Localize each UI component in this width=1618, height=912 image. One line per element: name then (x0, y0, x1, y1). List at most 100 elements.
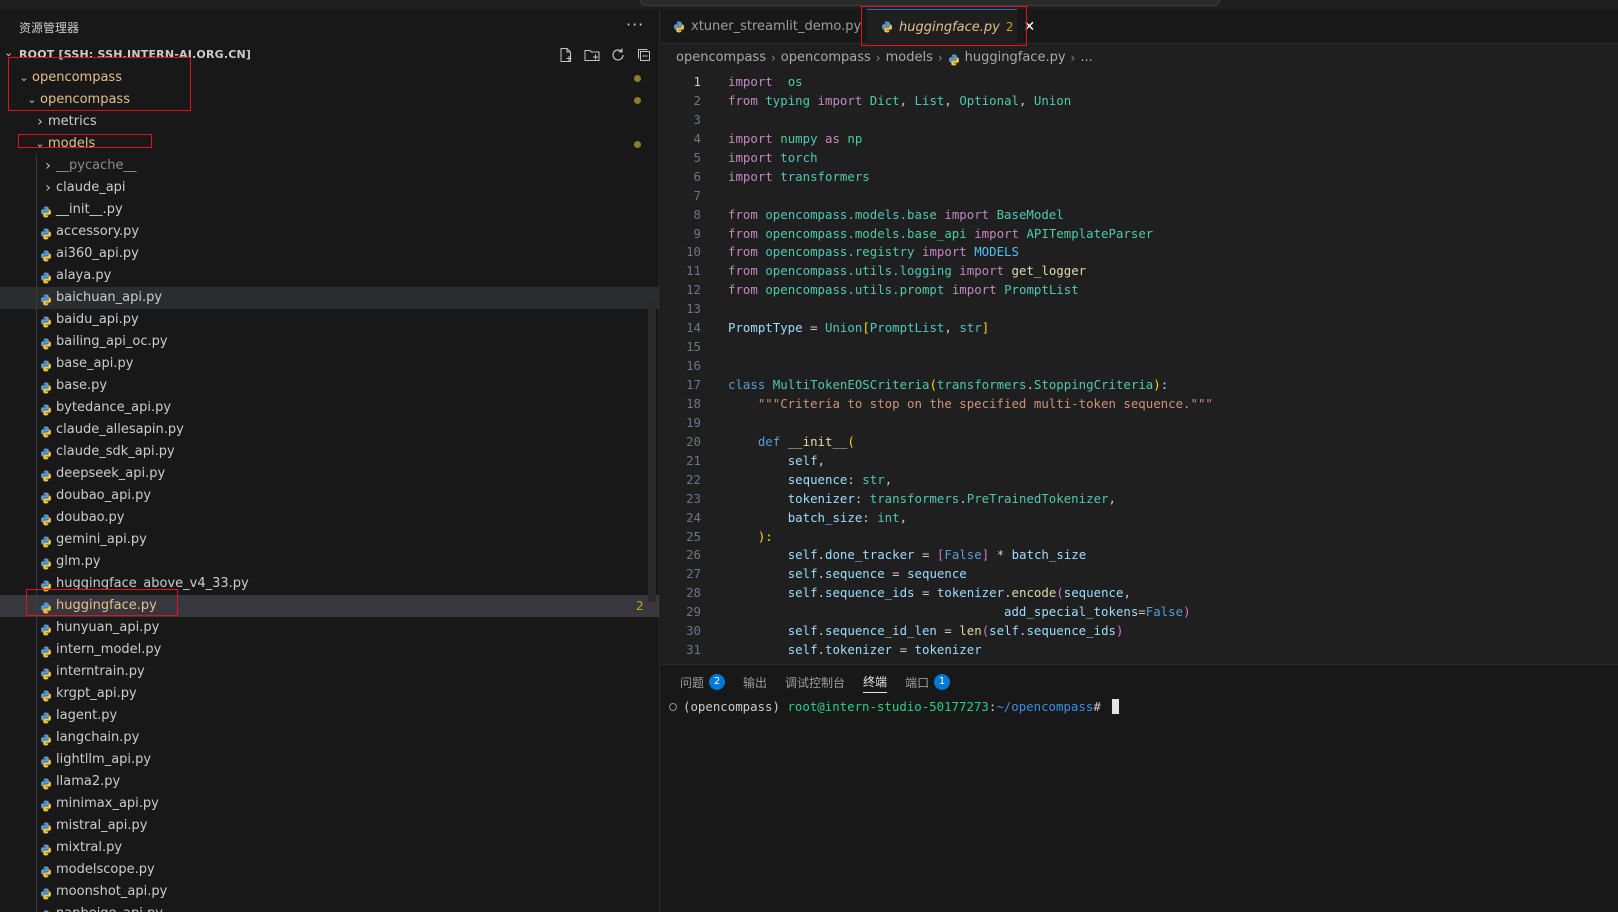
tree-file[interactable]: lightllm_api.py (0, 749, 659, 771)
tree-file[interactable]: claude_allesapin.py (0, 419, 659, 441)
code-editor[interactable]: 1 import os 2 from typing import Dict, List… (661, 73, 1618, 663)
line-number: 25 (686, 528, 701, 544)
line-number: 5 (693, 149, 701, 165)
code-token: sequence (1063, 585, 1124, 601)
sidebar-scrollbar[interactable] (648, 302, 656, 602)
chevron-right-icon: › (45, 180, 51, 196)
code-line: 26 self.done_tracker = [False] * batch_s… (661, 546, 1618, 565)
line-number: 30 (686, 623, 701, 639)
tree-file[interactable]: base_api.py (0, 353, 659, 375)
tree-folder[interactable]: › metrics (0, 111, 659, 133)
code-line: 1 import os (661, 73, 1618, 92)
tree-file[interactable]: bytedance_api.py (0, 397, 659, 419)
tab-ports[interactable]: 端口 1 (905, 671, 951, 693)
tree-file[interactable]: alaya.py (0, 265, 659, 287)
code-text: self.sequence_ids = tokenizer.encode(seq… (728, 584, 1131, 603)
breadcrumb-item[interactable]: opencompass (781, 47, 871, 69)
tree-file[interactable]: doubao.py (0, 507, 659, 529)
line-number: 12 (686, 282, 701, 298)
code-token: encode (1011, 585, 1057, 601)
tree-file[interactable]: huggingface.py 2 (0, 595, 659, 617)
breadcrumb-item[interactable]: huggingface.py (965, 47, 1066, 69)
code-token: = (914, 547, 937, 563)
tree-item-label: minimax_api.py (56, 796, 159, 811)
code-text: import numpy as np (728, 130, 862, 149)
breadcrumb-item[interactable]: models (886, 47, 933, 69)
code-line: 29 add_special_tokens=False) (661, 603, 1618, 622)
tab-problems[interactable]: 问题 2 (680, 671, 726, 693)
tree-file[interactable]: minimax_api.py (0, 793, 659, 815)
terminal-prompt[interactable]: (opencompass) root@intern-studio-5017727… (669, 699, 1120, 714)
new-folder-icon[interactable] (582, 45, 602, 65)
python-file-icon (40, 490, 52, 504)
tree-file[interactable]: mixtral.py (0, 837, 659, 859)
tree-file[interactable]: doubao_api.py (0, 485, 659, 507)
tree-folder[interactable]: ⌄ models (0, 133, 659, 155)
tab-terminal[interactable]: 终端 (863, 671, 888, 693)
tree-file[interactable]: gemini_api.py (0, 529, 659, 551)
tree-file[interactable]: baidu_api.py (0, 309, 659, 331)
tree-file[interactable]: modelscope.py (0, 859, 659, 881)
tree-file[interactable]: deepseek_api.py (0, 463, 659, 485)
tree-file[interactable]: krgpt_api.py (0, 683, 659, 705)
breadcrumb-item[interactable]: opencompass (676, 47, 766, 69)
breadcrumb-item[interactable]: ... (1080, 47, 1092, 69)
tree-file[interactable]: bailing_api_oc.py (0, 331, 659, 353)
tree-file[interactable]: ai360_api.py (0, 243, 659, 265)
code-token: self (787, 642, 818, 658)
tree-file[interactable]: interntrain.py (0, 661, 659, 683)
line-number: 31 (686, 642, 701, 658)
tree-file[interactable]: huggingface_above_v4_33.py (0, 573, 659, 595)
tree-file[interactable]: nanbeige_api.py (0, 903, 659, 912)
python-file-icon (40, 622, 52, 636)
code-token: Optional (959, 92, 1019, 108)
root-folder-header[interactable]: ⌄ ROOT [SSH: SSH.INTERN-AI.ORG.CN] (0, 44, 659, 66)
tree-file[interactable]: moonshot_api.py (0, 881, 659, 903)
tree-file[interactable]: base.py (0, 375, 659, 397)
tree-folder[interactable]: ⌄ opencompass (0, 89, 659, 111)
tab-output[interactable]: 输出 (743, 671, 767, 693)
breadcrumb: opencompass › opencompass › models › hug… (676, 47, 1093, 69)
new-file-icon[interactable] (556, 45, 576, 65)
tab-huggingface[interactable]: huggingface.py 2 ✕ (867, 9, 1035, 44)
tree-file[interactable]: accessory.py (0, 221, 659, 243)
chevron-down-icon: ⌄ (19, 71, 29, 84)
code-line: 27 self.sequence = sequence (661, 565, 1618, 584)
tree-file[interactable]: lagent.py (0, 705, 659, 727)
tab-xtuner-streamlit-demo[interactable]: xtuner_streamlit_demo.py (673, 9, 861, 44)
more-actions-button[interactable]: ··· (626, 15, 644, 34)
code-token: from (728, 244, 758, 260)
editor-area: xtuner_streamlit_demo.py huggingface.py … (661, 6, 1618, 912)
tree-file[interactable]: claude_sdk_api.py (0, 441, 659, 463)
command-center[interactable] (640, 0, 1220, 6)
tree-file[interactable]: glm.py (0, 551, 659, 573)
code-token: : (1160, 377, 1169, 392)
tab-label: 输出 (743, 675, 768, 690)
tree-file[interactable]: __init__.py (0, 199, 659, 221)
tree-file[interactable]: intern_model.py (0, 639, 659, 661)
code-token: = (914, 585, 937, 601)
code-line: 22 sequence: str, (661, 471, 1618, 490)
tree-file[interactable]: hunyuan_api.py (0, 617, 659, 639)
collapse-all-icon[interactable] (634, 45, 654, 65)
code-token: = (802, 320, 825, 336)
code-text: def __init__( (728, 433, 855, 452)
python-file-icon (40, 358, 52, 372)
line-number: 14 (686, 320, 701, 336)
tree-file[interactable]: langchain.py (0, 727, 659, 749)
tree-file[interactable]: mistral_api.py (0, 815, 659, 837)
tab-debug-console[interactable]: 调试控制台 (785, 671, 845, 693)
tree-folder[interactable]: › claude_api (0, 177, 659, 199)
code-token: self (787, 623, 818, 639)
code-token: [ (862, 320, 870, 336)
refresh-icon[interactable] (608, 45, 628, 65)
tree-folder[interactable]: ⌄ opencompass (0, 67, 659, 89)
code-line: 16 (661, 357, 1618, 376)
close-icon[interactable]: ✕ (1024, 19, 1036, 35)
tree-file[interactable]: baichuan_api.py (0, 287, 659, 309)
tree-item-label: base.py (56, 378, 108, 393)
tree-file[interactable]: llama2.py (0, 771, 659, 793)
tree-folder[interactable]: › __pycache__ (0, 155, 659, 177)
